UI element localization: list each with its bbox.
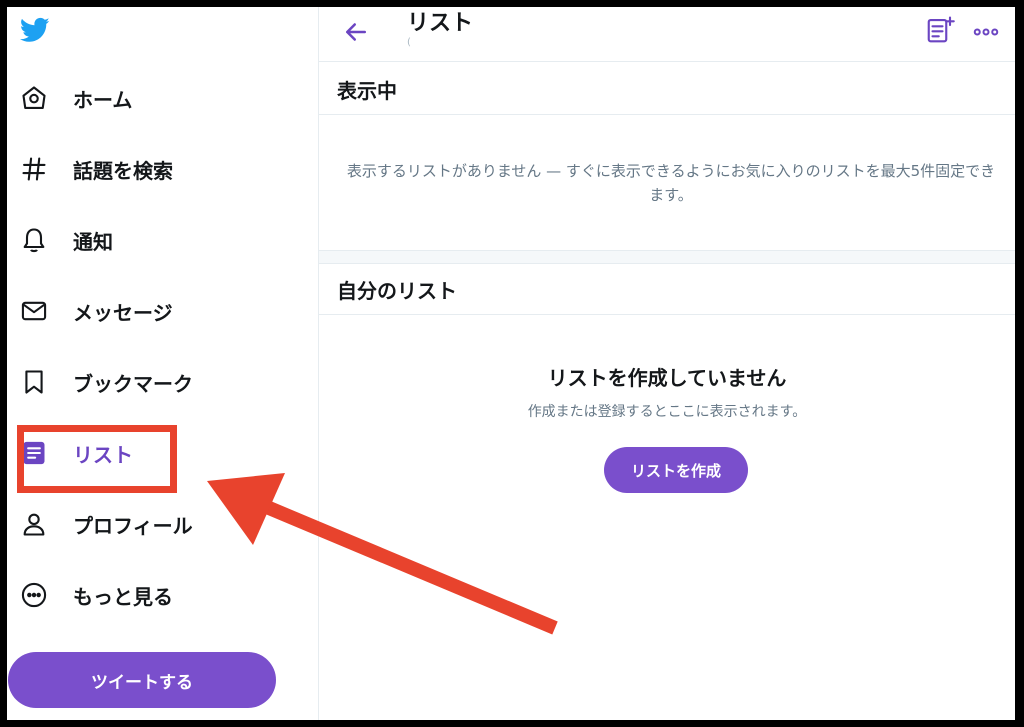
- more-options-icon[interactable]: [971, 17, 1001, 47]
- sidebar-item-notifications[interactable]: 通知: [17, 215, 297, 265]
- main-content: リスト ( 表示中 表示するリストがありません — すぐに表示できるようにお気に…: [319, 7, 1015, 720]
- envelope-icon: [17, 294, 51, 328]
- sidebar-item-label: 通知: [73, 229, 113, 254]
- sidebar-item-messages[interactable]: メッセージ: [17, 286, 297, 336]
- sidebar-item-label: もっと見る: [73, 584, 173, 609]
- divider: [319, 114, 1015, 115]
- my-lists-title: 自分のリスト: [337, 279, 457, 303]
- page-title: リスト: [407, 11, 474, 36]
- sidebar-item-explore[interactable]: 話題を検索: [17, 144, 297, 194]
- sidebar-item-more[interactable]: もっと見る: [17, 570, 297, 620]
- divider: [319, 314, 1015, 315]
- twitter-logo-icon[interactable]: [17, 15, 53, 45]
- list-icon: [17, 436, 51, 470]
- section-separator: [319, 250, 1015, 264]
- person-icon: [17, 507, 51, 541]
- sidebar-item-label: リスト: [73, 442, 133, 467]
- bell-icon: [17, 223, 51, 257]
- back-arrow-icon[interactable]: [341, 17, 371, 47]
- sidebar-item-bookmarks[interactable]: ブックマーク: [17, 357, 297, 407]
- page-subtitle: (: [407, 37, 411, 48]
- more-circle-icon: [17, 578, 51, 612]
- sidebar-item-home[interactable]: ホーム: [17, 73, 297, 123]
- pinned-lists-title: 表示中: [337, 79, 397, 103]
- sidebar-item-label: メッセージ: [73, 300, 173, 325]
- tweet-button[interactable]: ツイートする: [8, 652, 276, 708]
- new-list-icon[interactable]: [925, 15, 955, 45]
- page-header: リスト (: [319, 7, 1015, 62]
- app-window: ホーム 話題を検索 通知 メッセージ ブックマーク リスト プロフィール もっと…: [7, 7, 1015, 720]
- sidebar-item-label: 話題を検索: [73, 158, 173, 183]
- pinned-empty-message: 表示するリストがありません — すぐに表示できるようにお気に入りのリストを最大5…: [346, 162, 996, 204]
- sidebar-item-label: プロフィール: [73, 513, 193, 538]
- hashtag-icon: [17, 152, 51, 186]
- sidebar-item-label: ブックマーク: [73, 371, 193, 396]
- sidebar-item-label: ホーム: [73, 87, 133, 112]
- create-list-button[interactable]: リストを作成: [604, 447, 748, 493]
- sidebar: ホーム 話題を検索 通知 メッセージ ブックマーク リスト プロフィール もっと…: [7, 7, 319, 720]
- my-lists-empty-title: リストを作成していません: [547, 366, 787, 390]
- sidebar-item-profile[interactable]: プロフィール: [17, 499, 297, 549]
- home-icon: [17, 81, 51, 115]
- bookmark-icon: [17, 365, 51, 399]
- sidebar-item-lists[interactable]: リスト: [17, 428, 297, 478]
- my-lists-empty-description: 作成または登録するとここに表示されます。: [527, 404, 807, 420]
